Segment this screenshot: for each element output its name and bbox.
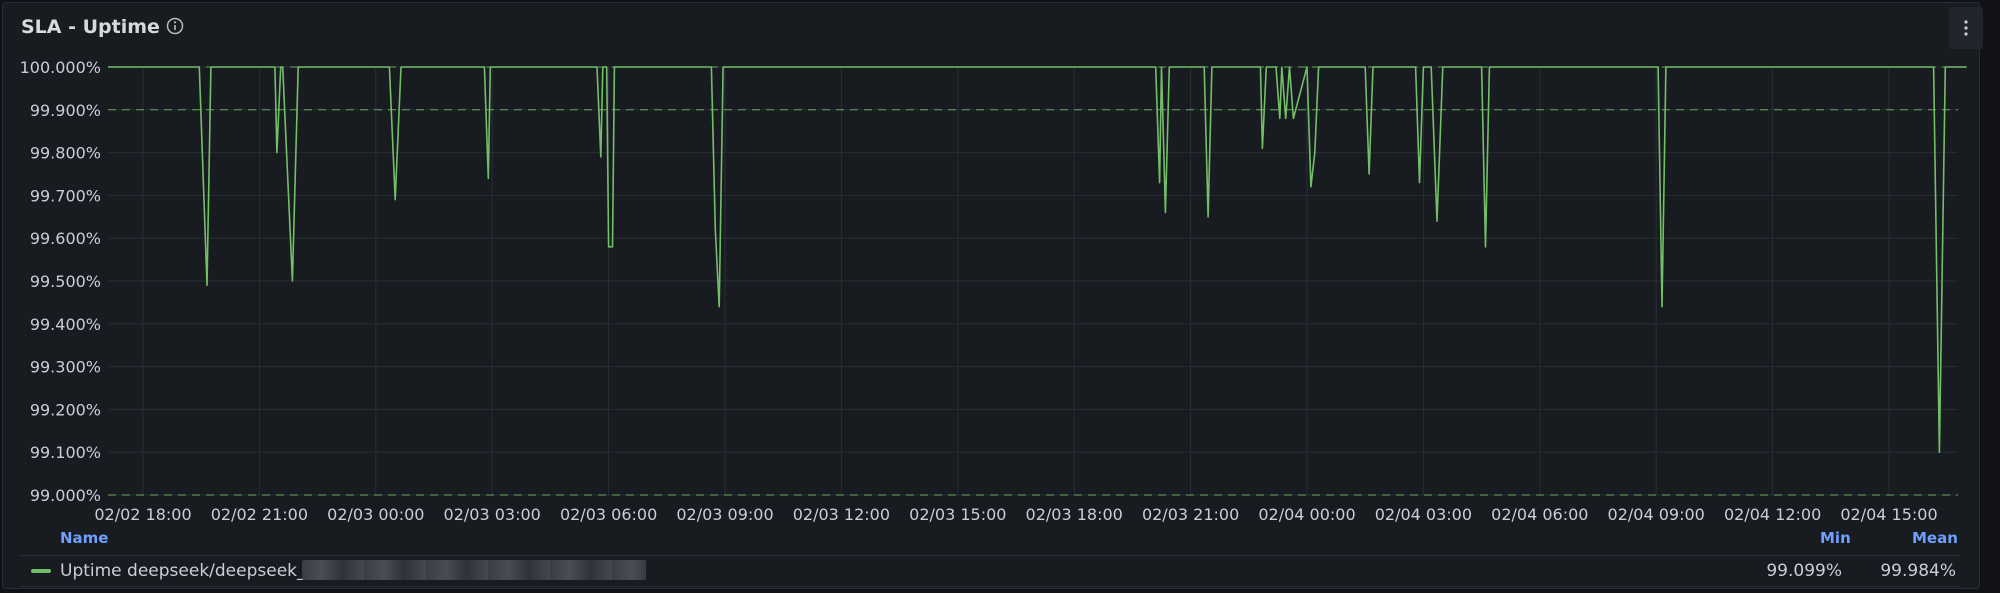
y-tick-label: 99.700%: [30, 186, 101, 205]
legend-row[interactable]: Uptime deepseek/deepseek_v3 99.099% 99.9…: [20, 555, 1960, 587]
y-tick-label: 100.000%: [20, 58, 101, 77]
x-tick-label: 02/03 09:00: [676, 505, 773, 524]
uptime-line-chart: 99.000% 99.100% 99.200% 99.300% 99.400% 99.50…: [20, 58, 1967, 524]
x-tick-label: 02/02 18:00: [94, 505, 191, 524]
x-tick-label: 02/04 12:00: [1724, 505, 1821, 524]
y-tick-label: 99.900%: [30, 101, 101, 120]
x-tick-label: 02/03 06:00: [560, 505, 657, 524]
legend-header-mean[interactable]: Mean: [1912, 529, 1958, 547]
legend-min-value: 99.099%: [1766, 561, 1842, 581]
y-tick-label: 99.500%: [30, 272, 101, 291]
x-tick-label: 02/03 15:00: [909, 505, 1006, 524]
y-tick-label: 99.800%: [30, 144, 101, 163]
x-tick-label: 02/03 00:00: [327, 505, 424, 524]
x-tick-label: 02/04 03:00: [1375, 505, 1472, 524]
y-tick-label: 99.300%: [30, 358, 101, 377]
x-tick-label: 02/03 18:00: [1026, 505, 1123, 524]
x-axis-labels: 02/02 18:00 02/02 21:00 02/03 00:00 02/03 0…: [94, 505, 1937, 524]
grid-lines: [108, 66, 1958, 496]
y-tick-label: 99.600%: [30, 229, 101, 248]
x-tick-label: 02/04 00:00: [1258, 505, 1355, 524]
y-axis-labels: 99.000% 99.100% 99.200% 99.300% 99.400% 99.50…: [20, 58, 101, 505]
legend-color-swatch: [31, 569, 51, 573]
y-tick-label: 99.200%: [30, 400, 101, 419]
y-tick-label: 99.000%: [30, 486, 101, 505]
y-tick-label: 99.100%: [30, 443, 101, 462]
redacted-text: [302, 560, 646, 580]
series-line-uptime[interactable]: [108, 66, 1967, 454]
legend-mean-value: 99.984%: [1880, 561, 1956, 581]
legend-header-name[interactable]: Name: [60, 529, 108, 547]
x-tick-label: 02/04 06:00: [1491, 505, 1588, 524]
legend-series-name[interactable]: Uptime deepseek/deepseek_v3: [60, 561, 326, 581]
legend-header-min[interactable]: Min: [1820, 529, 1851, 547]
series-layer: [108, 66, 1967, 454]
x-tick-label: 02/04 09:00: [1608, 505, 1705, 524]
x-tick-label: 02/04 15:00: [1840, 505, 1937, 524]
x-tick-label: 02/03 03:00: [444, 505, 541, 524]
x-tick-label: 02/02 21:00: [211, 505, 308, 524]
x-tick-label: 02/03 12:00: [793, 505, 890, 524]
x-tick-label: 02/03 21:00: [1142, 505, 1239, 524]
y-tick-label: 99.400%: [30, 315, 101, 334]
